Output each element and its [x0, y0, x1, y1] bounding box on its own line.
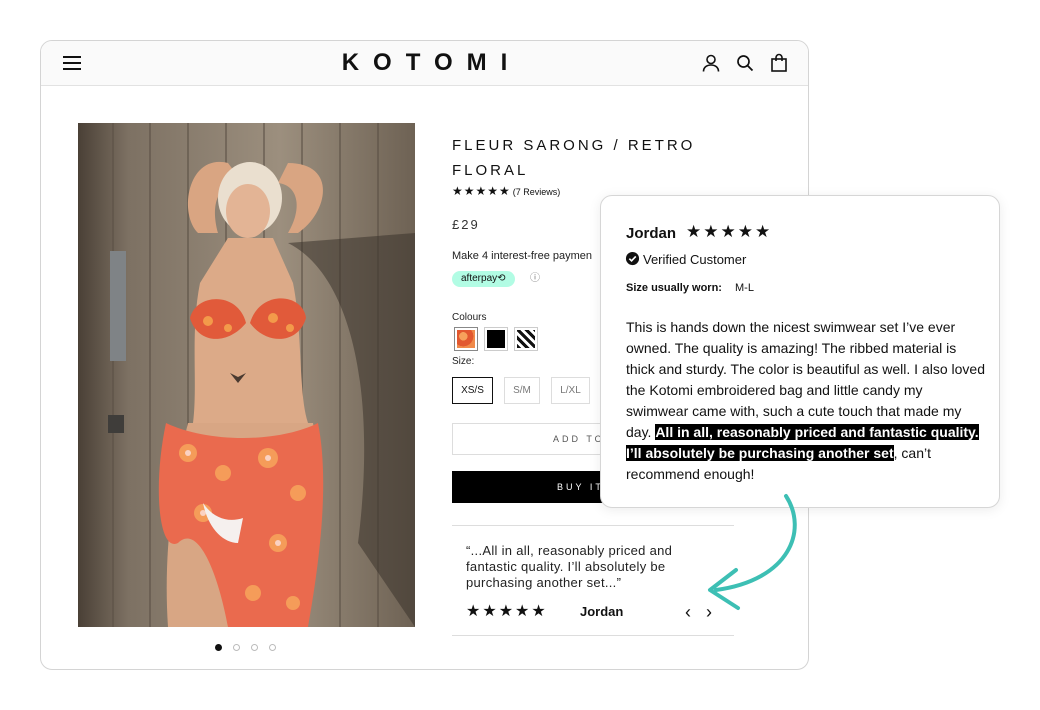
verified-badge-icon: [625, 251, 640, 266]
product-price: £29: [452, 217, 480, 232]
review-stars: ★★★★★: [686, 222, 773, 241]
callout-arrow-icon: [708, 494, 797, 610]
review-body: This is hands down the nicest swimwear s…: [626, 317, 986, 485]
colour-swatch-floral[interactable]: [454, 327, 478, 351]
site-logo[interactable]: KOTOMI: [41, 49, 808, 77]
colour-swatch-black[interactable]: [484, 327, 508, 351]
reviewer-name: Jordan: [626, 225, 677, 242]
bag-icon[interactable]: [769, 53, 789, 73]
size-option-l-xl[interactable]: L/XL: [551, 377, 590, 404]
gallery-dot-1[interactable]: [215, 644, 222, 651]
size-worn-value: M-L: [735, 282, 754, 294]
colour-swatch-zebra[interactable]: [514, 327, 538, 351]
search-icon[interactable]: [735, 53, 755, 73]
colours-label: Colours: [452, 312, 487, 323]
review-quote-stars: ★★★★★: [466, 603, 548, 620]
rating-stars: ★★★★★: [452, 184, 511, 198]
review-quote-text: “...All in all, reasonably priced and fa…: [466, 543, 673, 590]
product-rating[interactable]: ★★★★★ (7 Reviews): [452, 184, 560, 198]
review-card: Jordan ★★★★★ Verified Customer Size usua…: [600, 195, 1000, 508]
afterpay-badge[interactable]: afterpay⟲: [452, 271, 515, 287]
verified-customer-label: Verified Customer: [643, 252, 747, 267]
account-icon[interactable]: [701, 53, 721, 73]
info-icon[interactable]: ⓘ: [530, 273, 542, 285]
installments-text: Make 4 interest-free paymen: [452, 250, 593, 262]
gallery-dot-2[interactable]: [233, 644, 240, 651]
gallery-dot-4[interactable]: [269, 644, 276, 651]
reviews-count[interactable]: (7 Reviews): [513, 187, 561, 197]
review-quote-author: Jordan: [580, 604, 624, 619]
size-option-s-m[interactable]: S/M: [504, 377, 540, 404]
model-image: [78, 123, 415, 627]
product-title: FLEUR SARONG / RETRO FLORAL: [452, 137, 696, 179]
size-label: Size:: [452, 356, 475, 367]
size-worn-label: Size usually worn:: [626, 282, 722, 294]
gallery-dot-3[interactable]: [251, 644, 258, 651]
site-header: KOTOMI: [41, 41, 808, 86]
size-option-xs-s[interactable]: XS/S: [452, 377, 493, 404]
review-body-text: This is hands down the nicest swimwear s…: [626, 319, 985, 440]
product-photo[interactable]: [78, 123, 415, 627]
